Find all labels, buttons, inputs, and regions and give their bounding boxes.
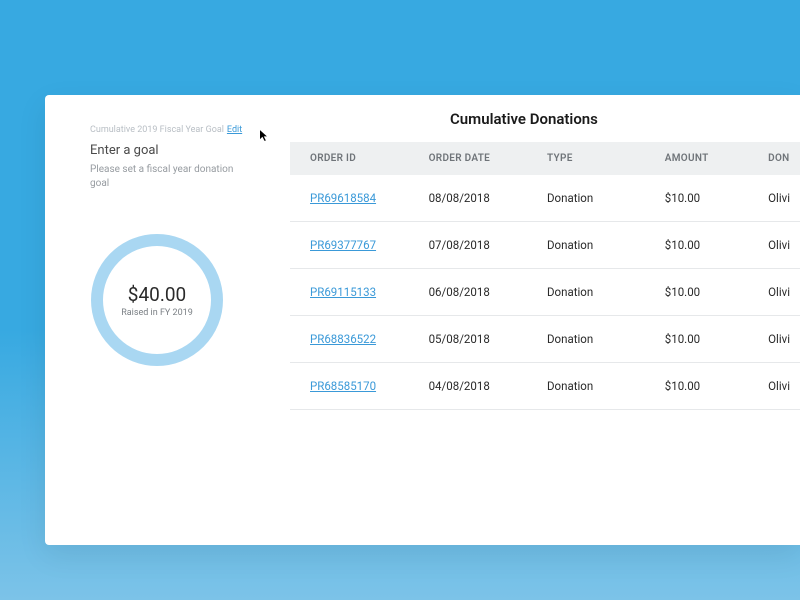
progress-ring: $40.00 Raised in FY 2019: [82, 225, 232, 375]
cell-amount: $10.00: [655, 175, 758, 222]
order-id-link[interactable]: PR69377767: [310, 238, 376, 252]
raised-subtext: Raised in FY 2019: [121, 308, 193, 318]
th-order-id: ORDER ID: [290, 142, 419, 175]
donations-section: Cumulative Donations ORDER ID ORDER DATE…: [290, 95, 800, 545]
cell-order-date: 06/08/2018: [419, 269, 537, 316]
order-id-link[interactable]: PR69115133: [310, 285, 376, 299]
cell-donor: Olivi: [758, 269, 800, 316]
cell-type: Donation: [537, 222, 655, 269]
th-amount: AMOUNT: [655, 142, 758, 175]
cell-amount: $10.00: [655, 316, 758, 363]
cell-order-date: 07/08/2018: [419, 222, 537, 269]
table-row: PR69377767 07/08/2018Donation$10.00Olivi: [290, 222, 800, 269]
goal-year-label: Cumulative 2019 Fiscal Year Goal: [90, 125, 224, 135]
cell-amount: $10.00: [655, 363, 758, 410]
th-type: TYPE: [537, 142, 655, 175]
cell-order-date: 04/08/2018: [419, 363, 537, 410]
enter-goal-label: Enter a goal: [90, 143, 270, 158]
cell-type: Donation: [537, 363, 655, 410]
table-row: PR68585170 04/08/2018Donation$10.00Olivi: [290, 363, 800, 410]
cell-amount: $10.00: [655, 222, 758, 269]
cell-amount: $10.00: [655, 269, 758, 316]
dashboard-panel: Cumulative 2019 Fiscal Year Goal Edit En…: [45, 95, 800, 545]
order-id-link[interactable]: PR69618584: [310, 191, 376, 205]
cell-type: Donation: [537, 175, 655, 222]
raised-amount: $40.00: [128, 283, 186, 306]
table-row: PR69618584 08/08/2018Donation$10.00Olivi: [290, 175, 800, 222]
goal-sidebar: Cumulative 2019 Fiscal Year Goal Edit En…: [45, 95, 290, 545]
cell-donor: Olivi: [758, 363, 800, 410]
edit-goal-link[interactable]: Edit: [227, 125, 242, 135]
donations-table: ORDER ID ORDER DATE TYPE AMOUNT DON PR69…: [290, 142, 800, 410]
table-row: PR69115133 06/08/2018Donation$10.00Olivi: [290, 269, 800, 316]
table-row: PR68836522 05/08/2018Donation$10.00Olivi: [290, 316, 800, 363]
cell-donor: Olivi: [758, 222, 800, 269]
goal-hint-text: Please set a fiscal year donation goal: [90, 163, 250, 190]
cell-order-date: 08/08/2018: [419, 175, 537, 222]
section-title: Cumulative Donations: [290, 110, 800, 128]
cell-donor: Olivi: [758, 316, 800, 363]
cell-type: Donation: [537, 269, 655, 316]
th-donor: DON: [758, 142, 800, 175]
cell-donor: Olivi: [758, 175, 800, 222]
cursor-icon: [258, 128, 272, 144]
th-order-date: ORDER DATE: [419, 142, 537, 175]
order-id-link[interactable]: PR68836522: [310, 332, 376, 346]
cell-order-date: 05/08/2018: [419, 316, 537, 363]
order-id-link[interactable]: PR68585170: [310, 379, 376, 393]
cell-type: Donation: [537, 316, 655, 363]
